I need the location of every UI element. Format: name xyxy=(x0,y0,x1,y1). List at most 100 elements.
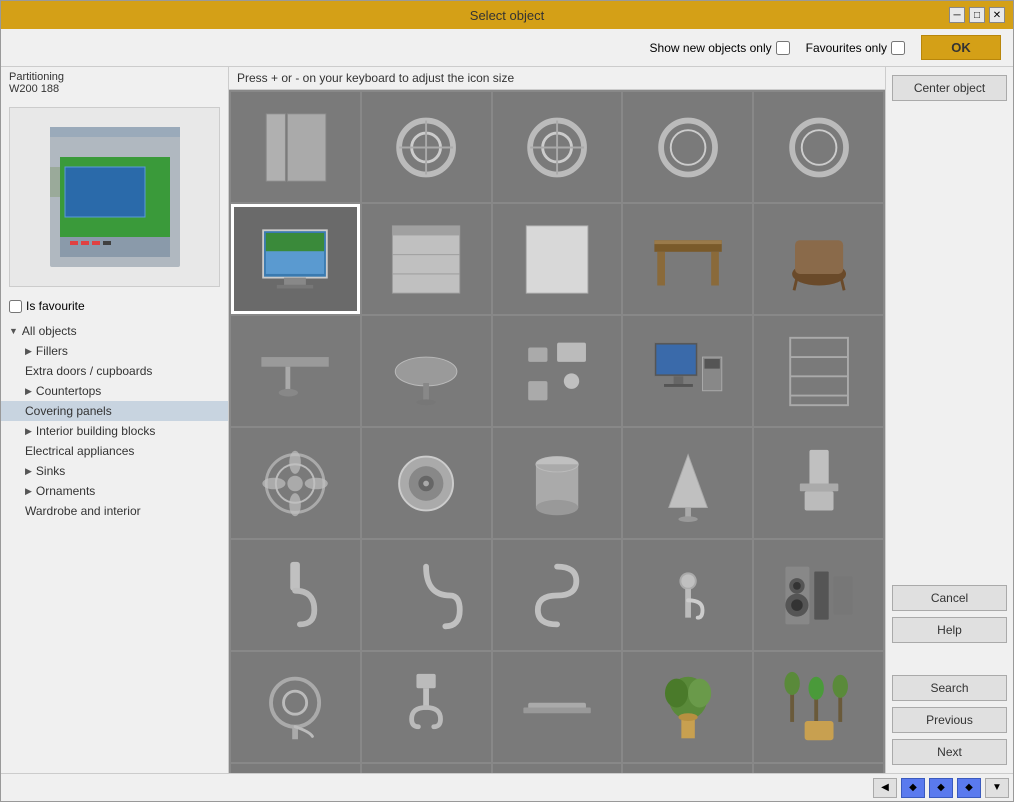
grid-item-double-hook[interactable] xyxy=(362,652,491,762)
favourites-row: Favourites only xyxy=(806,41,905,55)
grid-item-post[interactable] xyxy=(623,764,752,773)
bottom-prev-button[interactable]: ◀ xyxy=(873,778,897,798)
grid-item-desk-2[interactable] xyxy=(231,316,360,426)
window-controls: ─ □ ✕ xyxy=(949,7,1005,23)
grid-item-wall-panel-2[interactable] xyxy=(362,204,491,314)
grid-item-plant-5[interactable] xyxy=(493,764,622,773)
bottom-bar: ◀ ◆ ◆ ◆ ▼ xyxy=(1,773,1013,801)
maximize-button[interactable]: □ xyxy=(969,7,985,23)
obj-speaker-icon xyxy=(381,445,471,522)
window-title: Select object xyxy=(470,8,544,23)
grid-item-tv-selected[interactable] xyxy=(231,204,360,314)
middle-area: Press + or - on your keyboard to adjust … xyxy=(229,67,885,773)
ok-button[interactable]: OK xyxy=(921,35,1001,60)
dimensions-label: W200 188 xyxy=(9,83,220,95)
diamond-1-icon: ◆ xyxy=(909,782,917,793)
obj-shelf-icon xyxy=(774,333,864,410)
wardrobe-label: Wardrobe and interior xyxy=(25,504,141,518)
options-bar: Show new objects only Favourites only OK xyxy=(1,29,1013,67)
is-favourite-checkbox[interactable] xyxy=(9,300,22,313)
hint-bar: Press + or - on your keyboard to adjust … xyxy=(229,67,885,90)
ornaments-label: Ornaments xyxy=(36,484,95,498)
grid-item-cone-lamp[interactable] xyxy=(623,428,752,538)
grid-item-hook-1[interactable] xyxy=(231,540,360,650)
help-button[interactable]: Help xyxy=(892,617,1007,643)
fillers-label: Fillers xyxy=(36,344,68,358)
previous-button[interactable]: Previous xyxy=(892,707,1007,733)
bottom-nav-2[interactable]: ◆ xyxy=(929,778,953,798)
bottom-scroll-down[interactable]: ▼ xyxy=(985,778,1009,798)
obj-wall-panel-1-icon xyxy=(250,109,340,186)
grid-item-1[interactable] xyxy=(231,92,360,202)
obj-speaker-box-icon xyxy=(774,557,864,634)
grid-item-4[interactable] xyxy=(623,92,752,202)
interior-blocks-label: Interior building blocks xyxy=(36,424,155,438)
right-panel: Center object Cancel Help Search Previou… xyxy=(885,67,1013,773)
bottom-nav-1[interactable]: ◆ xyxy=(901,778,925,798)
preview-area xyxy=(9,107,220,287)
grid-item-shelf[interactable] xyxy=(754,316,883,426)
grid-item-tray[interactable] xyxy=(493,652,622,762)
bottom-nav-3[interactable]: ◆ xyxy=(957,778,981,798)
search-button[interactable]: Search xyxy=(892,675,1007,701)
grid-item-chair-1[interactable] xyxy=(754,204,883,314)
tree-item-electrical[interactable]: Electrical appliances xyxy=(1,441,228,461)
obj-white-panel-icon xyxy=(512,221,602,298)
grid-item-computer[interactable] xyxy=(623,316,752,426)
grid-item-bracket-1[interactable] xyxy=(754,764,883,773)
object-grid[interactable] xyxy=(229,90,885,773)
tree-item-fillers[interactable]: ▶ Fillers xyxy=(1,341,228,361)
close-button[interactable]: ✕ xyxy=(989,7,1005,23)
grid-item-plant-2[interactable] xyxy=(754,652,883,762)
diamond-2-icon: ◆ xyxy=(937,782,945,793)
favourites-checkbox[interactable] xyxy=(891,41,905,55)
grid-item-plant-1[interactable] xyxy=(623,652,752,762)
grid-item-white-panel[interactable] xyxy=(493,204,622,314)
tree-item-interior-blocks[interactable]: ▶ Interior building blocks xyxy=(1,421,228,441)
maximize-icon: □ xyxy=(974,10,980,21)
category-tree: ▼ All objects ▶ Fillers Extra doors / cu… xyxy=(1,317,228,773)
extra-doors-label: Extra doors / cupboards xyxy=(25,364,152,378)
cancel-button[interactable]: Cancel xyxy=(892,585,1007,611)
grid-item-desk-1[interactable] xyxy=(623,204,752,314)
minimize-button[interactable]: ─ xyxy=(949,7,965,23)
countertops-arrow: ▶ xyxy=(25,386,32,397)
grid-item-fan[interactable] xyxy=(231,428,360,538)
next-button[interactable]: Next xyxy=(892,739,1007,765)
grid-item-reel[interactable] xyxy=(231,652,360,762)
center-object-button[interactable]: Center object xyxy=(892,75,1007,101)
grid-item-5[interactable] xyxy=(754,92,883,202)
show-new-checkbox[interactable] xyxy=(776,41,790,55)
grid-item-cylinder[interactable] xyxy=(493,428,622,538)
favourite-row: Is favourite xyxy=(1,295,228,317)
tree-item-ornaments[interactable]: ▶ Ornaments xyxy=(1,481,228,501)
grid-item-3[interactable] xyxy=(493,92,622,202)
obj-porthole-3-icon xyxy=(643,109,733,186)
obj-accessories-icon xyxy=(512,333,602,410)
obj-plant-2-icon xyxy=(774,669,864,746)
grid-item-round-table[interactable] xyxy=(362,316,491,426)
diamond-3-icon: ◆ xyxy=(965,782,973,793)
grid-item-plant-3[interactable] xyxy=(231,764,360,773)
tree-item-all-objects[interactable]: ▼ All objects xyxy=(1,321,228,341)
electrical-label: Electrical appliances xyxy=(25,444,134,458)
tree-item-countertops[interactable]: ▶ Countertops xyxy=(1,381,228,401)
grid-item-accessories[interactable] xyxy=(493,316,622,426)
obj-hook-stand-icon xyxy=(643,557,733,634)
grid-item-s-hook[interactable] xyxy=(493,540,622,650)
grid-item-speaker-box[interactable] xyxy=(754,540,883,650)
fillers-arrow: ▶ xyxy=(25,346,32,357)
tree-item-wardrobe[interactable]: Wardrobe and interior xyxy=(1,501,228,521)
show-new-label: Show new objects only xyxy=(650,41,772,55)
obj-porthole-4-icon xyxy=(774,109,864,186)
grid-item-2[interactable] xyxy=(362,92,491,202)
tree-item-extra-doors[interactable]: Extra doors / cupboards xyxy=(1,361,228,381)
grid-item-hook-stand[interactable] xyxy=(623,540,752,650)
tree-item-covering-panels[interactable]: Covering panels xyxy=(1,401,228,421)
grid-item-wall-mount[interactable] xyxy=(754,428,883,538)
grid-item-plant-4[interactable] xyxy=(362,764,491,773)
grid-item-hook-curve[interactable] xyxy=(362,540,491,650)
left-panel: Partitioning W200 188 xyxy=(1,67,229,773)
grid-item-speaker[interactable] xyxy=(362,428,491,538)
tree-item-sinks[interactable]: ▶ Sinks xyxy=(1,461,228,481)
